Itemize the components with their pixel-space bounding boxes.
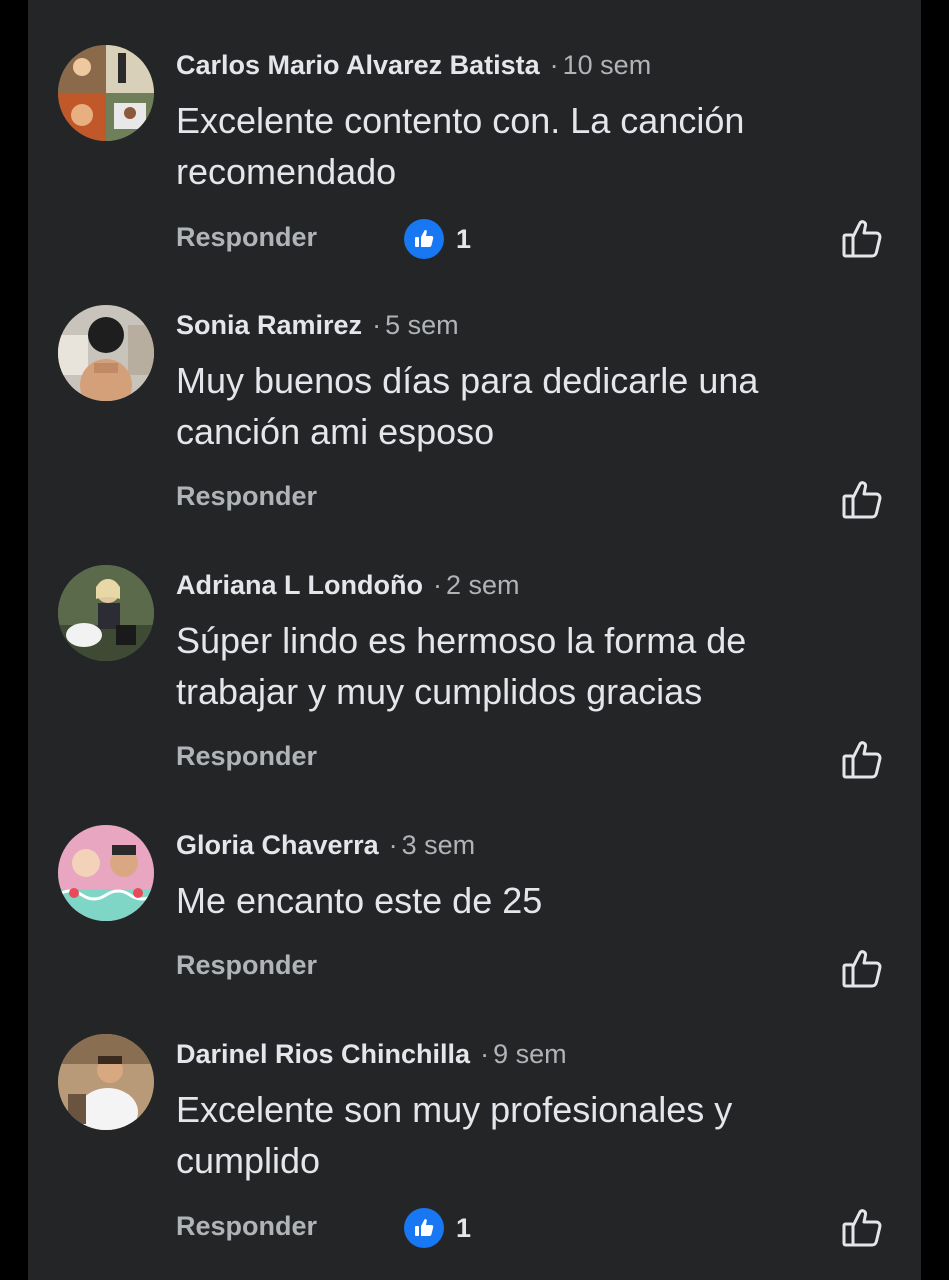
thumbs-up-icon[interactable] <box>840 478 884 522</box>
comment-header: Adriana L Londoño · 2 sem <box>176 567 520 603</box>
avatar[interactable] <box>58 305 154 401</box>
avatar[interactable] <box>58 825 154 921</box>
comment-item: Carlos Mario Alvarez Batista · 10 sem Exce… <box>28 45 921 265</box>
author-name[interactable]: Gloria Chaverra <box>176 830 379 860</box>
comment-text: Excelente contento con. La canción recom… <box>176 100 745 192</box>
separator-dot: · <box>432 570 442 600</box>
separator-dot: · <box>480 1039 490 1069</box>
avatar[interactable] <box>58 1034 154 1130</box>
comment-header: Gloria Chaverra · 3 sem <box>176 827 475 863</box>
reply-button[interactable]: Responder <box>176 478 317 514</box>
author-name[interactable]: Adriana L Londoño <box>176 570 423 600</box>
thumbs-up-icon[interactable] <box>840 738 884 782</box>
separator-dot: · <box>372 310 382 340</box>
reply-button[interactable]: Responder <box>176 1208 317 1244</box>
author-name[interactable]: Sonia Ramirez <box>176 310 362 340</box>
comment-text: Muy buenos días para dedicarle una canci… <box>176 360 759 452</box>
comment-time[interactable]: 5 sem <box>385 310 459 340</box>
comment-text: Excelente son muy profesionales y cumpli… <box>176 1089 733 1181</box>
avatar[interactable] <box>58 565 154 661</box>
thumbs-up-icon[interactable] <box>840 217 884 261</box>
thumbs-up-icon[interactable] <box>840 1206 884 1250</box>
author-name[interactable]: Darinel Rios Chinchilla <box>176 1039 470 1069</box>
reaction-summary[interactable]: 1 <box>404 1208 471 1248</box>
reaction-count: 1 <box>456 1212 472 1243</box>
reply-button[interactable]: Responder <box>176 738 317 774</box>
comment-time[interactable]: 10 sem <box>563 50 652 80</box>
like-icon <box>404 219 444 259</box>
comment-text: Me encanto este de 25 <box>176 880 543 921</box>
comment-time[interactable]: 9 sem <box>493 1039 567 1069</box>
thumbs-up-icon[interactable] <box>840 947 884 991</box>
like-icon <box>404 1208 444 1248</box>
author-name[interactable]: Carlos Mario Alvarez Batista <box>176 50 540 80</box>
avatar[interactable] <box>58 45 154 141</box>
reply-button[interactable]: Responder <box>176 947 317 983</box>
separator-dot: · <box>549 50 559 80</box>
comment-time[interactable]: 2 sem <box>446 570 520 600</box>
comment-header: Carlos Mario Alvarez Batista · 10 sem <box>176 47 651 83</box>
reaction-count: 1 <box>456 223 472 254</box>
comment-header: Darinel Rios Chinchilla · 9 sem <box>176 1036 567 1072</box>
comment-item: Darinel Rios Chinchilla · 9 sem Excelente … <box>28 1034 921 1264</box>
comments-panel: Carlos Mario Alvarez Batista · 10 sem Exce… <box>28 0 921 1280</box>
comment-time[interactable]: 3 sem <box>402 830 476 860</box>
comment-header: Sonia Ramirez · 5 sem <box>176 307 459 343</box>
comment-item: Gloria Chaverra · 3 sem Me encanto este de… <box>28 825 921 995</box>
reply-button[interactable]: Responder <box>176 219 317 255</box>
comment-text: Súper lindo es hermoso la forma de traba… <box>176 620 747 712</box>
comment-item: Adriana L Londoño · 2 sem Súper lindo es h… <box>28 565 921 785</box>
reaction-summary[interactable]: 1 <box>404 219 471 259</box>
comment-item: Sonia Ramirez · 5 sem Muy buenos días para… <box>28 305 921 525</box>
separator-dot: · <box>388 830 398 860</box>
